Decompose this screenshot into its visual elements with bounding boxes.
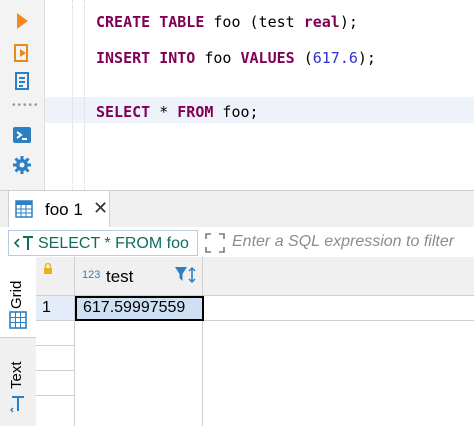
sql-text: foo;: [213, 103, 259, 121]
sql-number: 617.6: [312, 49, 358, 67]
tab-label: foo 1: [45, 200, 83, 219]
table-row-number[interactable]: 1: [36, 296, 74, 320]
query-text-box[interactable]: SELECT * FROM foo: [8, 230, 198, 256]
column-divider: [202, 257, 203, 426]
row-divider: [36, 370, 74, 371]
view-mode-tabs: Grid Text: [0, 257, 37, 426]
corner-header: [36, 257, 75, 296]
code-line-1[interactable]: CREATE TABLE foo (test real);: [96, 13, 358, 31]
query-text: SELECT * FROM foo: [38, 235, 189, 252]
table-icon: [15, 200, 33, 223]
code-line-2[interactable]: INSERT INTO foo VALUES (617.6);: [96, 49, 376, 67]
sql-keyword: TABLE: [159, 13, 205, 31]
sql-text: );: [357, 49, 376, 67]
cell-value: 617.59997559: [83, 299, 186, 316]
result-tab-bar: foo 1 ✕: [0, 190, 474, 228]
editor-toolbar: •••••: [0, 0, 45, 190]
sql-keyword: SELECT: [96, 103, 151, 121]
row-divider: [36, 345, 74, 346]
sql-keyword: INTO: [159, 49, 196, 67]
column-name: test: [106, 267, 134, 286]
filter-bar: SELECT * FROM foo Enter a SQL expression…: [0, 227, 474, 258]
toolbar-separator: •••••: [12, 100, 40, 111]
row-divider: [36, 395, 74, 396]
table-cell[interactable]: 617.59997559: [75, 296, 204, 321]
lock-icon: [43, 262, 53, 280]
sql-text: *: [150, 103, 178, 121]
text-tab-label: Text: [8, 361, 25, 389]
sql-keyword: VALUES: [240, 49, 295, 67]
sql-text: (: [294, 49, 313, 67]
filter-input[interactable]: Enter a SQL expression to filter: [232, 233, 454, 251]
code-line-3[interactable]: SELECT * FROM foo;: [96, 103, 259, 121]
close-icon[interactable]: ✕: [93, 198, 108, 219]
tab-grid[interactable]: Grid: [0, 257, 36, 338]
sql-keyword: CREATE: [96, 13, 151, 31]
indent-guide: [72, 0, 73, 190]
tab-result-foo[interactable]: foo 1 ✕: [8, 191, 110, 227]
sql-keyword: FROM: [177, 103, 214, 121]
tab-text[interactable]: Text: [0, 347, 36, 426]
explain-plan-icon[interactable]: [10, 69, 34, 93]
grid-icon: [9, 311, 27, 334]
column-header-test[interactable]: 123 test: [74, 257, 202, 295]
text-view-icon: [10, 394, 26, 419]
console-icon[interactable]: [10, 123, 34, 147]
sql-keyword: INSERT: [96, 49, 151, 67]
sql-text: );: [339, 13, 358, 31]
filter-sort-icon[interactable]: [174, 265, 198, 290]
sql-text-icon: [13, 234, 35, 257]
numeric-type-icon: 123: [82, 269, 101, 281]
grid-tab-label: Grid: [8, 280, 25, 309]
indent-guide: [84, 0, 85, 190]
sql-keyword: real: [303, 13, 340, 31]
sql-text: foo: [195, 49, 241, 67]
expand-filter-icon[interactable]: [204, 232, 226, 259]
settings-icon[interactable]: [10, 153, 34, 177]
row-number: 1: [42, 299, 51, 316]
execute-icon[interactable]: [10, 9, 34, 33]
sql-text: foo (test: [204, 13, 304, 31]
execute-script-icon[interactable]: [10, 41, 34, 65]
